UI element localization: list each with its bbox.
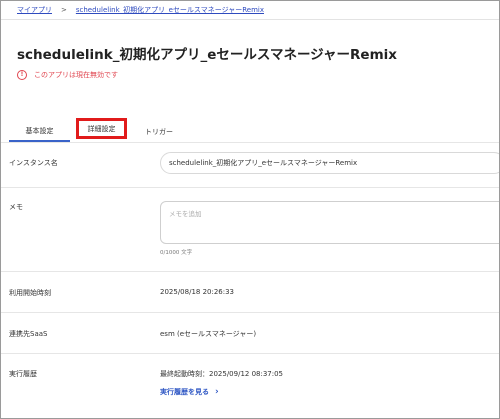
inactive-warning: ! このアプリは現在無効です — [17, 70, 118, 80]
instance-name-input[interactable]: schedulelink_初期化アプリ_eセールスマネージャーRemix — [160, 152, 499, 174]
tab-trigger[interactable]: トリガー — [141, 122, 177, 142]
last-run-value: 最終起動時刻：2025/09/12 08:37:05 — [160, 370, 284, 378]
view-history-link[interactable]: 実行履歴を見る › — [160, 387, 219, 397]
breadcrumb-separator: > — [61, 6, 67, 14]
row-divider — [1, 353, 499, 354]
tabs-divider — [1, 142, 499, 143]
instance-name-label: インスタンス名 — [9, 159, 58, 167]
breadcrumb-current-app-link[interactable]: schedulelink_初期化アプリ_eセールスマネージャーRemix — [76, 5, 264, 15]
start-time-value: 2025/08/18 20:26:33 — [160, 288, 235, 296]
alert-circle-icon: ! — [17, 70, 27, 80]
memo-label: メモ — [9, 203, 23, 211]
tab-advanced-settings[interactable]: 詳細設定 — [76, 118, 127, 139]
memo-character-counter: 0/1000 文字 — [160, 250, 193, 256]
breadcrumb: マイアプリ > schedulelink_初期化アプリ_eセールスマネージャーR… — [17, 3, 264, 17]
view-history-label: 実行履歴を見る — [160, 388, 209, 396]
page-title: schedulelink_初期化アプリ_eセールスマネージャーRemix — [17, 47, 397, 63]
memo-textarea[interactable]: メモを追加 — [160, 201, 499, 244]
app-settings-page: マイアプリ > schedulelink_初期化アプリ_eセールスマネージャーR… — [0, 0, 500, 419]
settings-tabs: 基本設定 詳細設定 トリガー — [1, 118, 499, 143]
row-divider — [1, 187, 499, 188]
start-time-label: 利用開始時刻 — [9, 289, 51, 297]
row-divider — [1, 312, 499, 313]
saas-value: esm (eセールスマネージャー) — [160, 330, 257, 338]
saas-label: 連携先SaaS — [9, 330, 48, 338]
tab-basic-settings[interactable]: 基本設定 — [9, 122, 70, 142]
chevron-right-icon: › — [215, 387, 219, 397]
row-divider — [1, 271, 499, 272]
header-divider — [1, 19, 499, 20]
breadcrumb-my-apps-link[interactable]: マイアプリ — [17, 5, 52, 15]
warning-text: このアプリは現在無効です — [34, 71, 118, 79]
history-label: 実行履歴 — [9, 370, 37, 378]
